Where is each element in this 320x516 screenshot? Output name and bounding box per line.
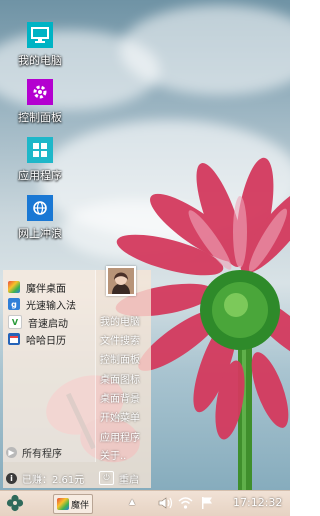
program-label: 光速输入法: [26, 300, 76, 312]
program-item-input-method[interactable]: g 光速输入法: [8, 296, 76, 312]
power-icon: ⏻: [99, 471, 114, 485]
moban-logo-icon: [57, 498, 69, 510]
volume-icon[interactable]: [158, 495, 173, 514]
program-item-moban-desktop[interactable]: 魔伴桌面: [8, 279, 66, 295]
all-programs-label: 所有程序: [22, 448, 62, 460]
desktop-icon-my-computer[interactable]: 我的电脑: [10, 22, 70, 68]
earnings-text: 已赚：2.61元: [22, 474, 85, 486]
desktop-icon-label: 网上冲浪: [18, 227, 62, 240]
program-item-vstart[interactable]: V 音速启动: [8, 314, 68, 330]
menu-item-desktop-icons[interactable]: 桌面图标: [100, 371, 140, 386]
apps-grid-icon: [27, 137, 53, 163]
monitor-icon: [27, 22, 53, 48]
moban-logo-icon: [8, 281, 20, 293]
clock[interactable]: 17:12:32: [233, 496, 282, 509]
program-label: 魔伴桌面: [26, 283, 66, 295]
clover-icon: [6, 494, 24, 512]
menu-item-applications[interactable]: 应用程序: [100, 429, 140, 444]
wifi-icon[interactable]: [178, 495, 193, 514]
avatar[interactable]: [106, 266, 136, 296]
restart-label: 重启: [119, 474, 139, 486]
program-item-calendar[interactable]: 哈哈日历: [8, 331, 66, 347]
desktop-icon-applications[interactable]: 应用程序: [10, 137, 70, 183]
menu-item-my-computer[interactable]: 我的电脑: [100, 313, 140, 328]
menu-item-start-menu[interactable]: 开始菜单: [100, 409, 140, 424]
taskbar-task-moban[interactable]: 魔伴: [53, 494, 93, 514]
menu-item-about[interactable]: 关于..: [100, 447, 126, 462]
desktop-icon-label: 我的电脑: [18, 54, 62, 67]
vstart-icon: V: [8, 315, 22, 329]
desktop-icon-label: 应用程序: [18, 169, 62, 182]
menu-item-control-panel[interactable]: 控制面板: [100, 351, 140, 366]
start-button[interactable]: [6, 494, 24, 512]
earnings-status: i 已赚：2.61元: [6, 470, 84, 486]
calendar-icon: [8, 333, 20, 345]
tray-expand-arrow-icon[interactable]: ▲: [129, 497, 135, 506]
menu-item-desktop-background[interactable]: 桌面背景: [100, 390, 140, 405]
desktop-icon-control-panel[interactable]: 控制面板: [10, 79, 70, 125]
task-label: 魔伴: [71, 500, 90, 511]
taskbar: 魔伴 ▲ 17:12:32: [0, 490, 290, 516]
input-method-icon: g: [8, 298, 20, 310]
info-icon: i: [6, 472, 17, 484]
globe-icon: [27, 195, 53, 221]
menu-item-file-search[interactable]: 文件搜索: [100, 332, 140, 347]
restart-button[interactable]: ⏻ 重启: [99, 470, 139, 486]
gear-icon: [27, 79, 53, 105]
desktop-icon-internet[interactable]: 网上冲浪: [10, 195, 70, 241]
program-label: 音速启动: [28, 318, 68, 330]
arrow-right-icon: ▶: [6, 446, 17, 458]
program-label: 哈哈日历: [26, 335, 66, 347]
flag-icon[interactable]: [200, 495, 214, 514]
all-programs-button[interactable]: ▶ 所有程序: [6, 444, 92, 460]
desktop-icon-label: 控制面板: [18, 111, 62, 124]
